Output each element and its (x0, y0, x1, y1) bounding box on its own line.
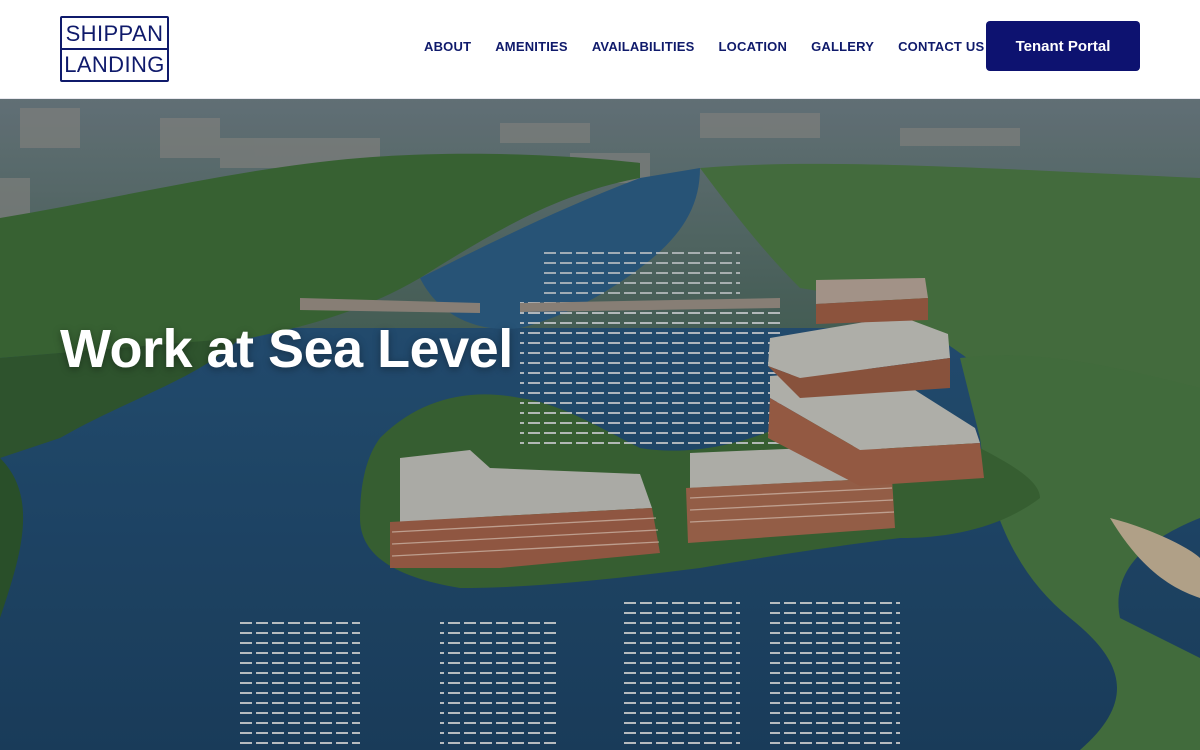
tenant-portal-button[interactable]: Tenant Portal (986, 21, 1140, 71)
logo[interactable]: SHIPPAN LANDING (60, 16, 169, 82)
site-header: SHIPPAN LANDING ABOUT AMENITIES AVAILABI… (0, 0, 1200, 99)
hero-section: Work at Sea Level (0, 98, 1200, 750)
nav-about[interactable]: ABOUT (424, 38, 471, 56)
logo-divider (62, 48, 167, 50)
aerial-marina-photo (0, 98, 1200, 750)
nav-contact-us[interactable]: CONTACT US (898, 38, 984, 56)
hero-title: Work at Sea Level (60, 319, 513, 379)
logo-line-1: SHIPPAN (65, 21, 164, 46)
main-nav: ABOUT AMENITIES AVAILABILITIES LOCATION … (424, 38, 1008, 56)
nav-availabilities[interactable]: AVAILABILITIES (592, 38, 695, 56)
nav-location[interactable]: LOCATION (719, 38, 788, 56)
logo-line-2: LANDING (64, 52, 165, 77)
nav-amenities[interactable]: AMENITIES (495, 38, 568, 56)
nav-gallery[interactable]: GALLERY (811, 38, 874, 56)
